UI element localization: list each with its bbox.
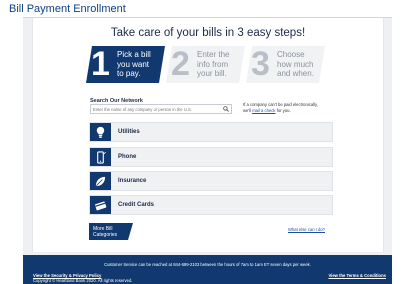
step-text-line: Enter the — [197, 50, 230, 59]
utilities-icon — [96, 126, 105, 138]
step-text: Enter the info from your bill. — [197, 50, 229, 79]
search-note-line: we'll mail a check for you. — [243, 108, 343, 114]
category-label: Credit Cards — [118, 202, 155, 208]
step-text-line: and when. — [277, 69, 314, 78]
phone-icon — [97, 150, 106, 164]
search-button[interactable] — [220, 105, 231, 113]
category-utilities[interactable]: Utilities — [89, 122, 333, 142]
search-box — [90, 104, 232, 114]
category-phone[interactable]: Phone — [89, 147, 333, 167]
step-1: 1 Pick a bill you want to pay. — [86, 46, 165, 83]
search-icon — [222, 106, 229, 112]
main-frame: Take care of your bills in 3 easy steps!… — [23, 17, 392, 257]
search-input[interactable] — [93, 106, 217, 113]
step-text: Choose how much and when. — [277, 50, 314, 79]
step-text-line: how much — [277, 59, 314, 69]
search-note: If a company can't be paid electronicall… — [243, 102, 343, 113]
insurance-icon — [95, 176, 106, 186]
more-button-line: Categories — [93, 232, 118, 238]
step-number: 2 — [171, 45, 190, 83]
step-text-line: to pay. — [117, 69, 141, 78]
step-text-line: Choose — [277, 50, 305, 59]
category-icon-tile — [90, 123, 111, 141]
more-categories-button[interactable]: More Bill Categories — [89, 223, 133, 240]
terms-conditions-link[interactable]: View the Terms & Conditions — [328, 273, 386, 278]
category-icon-tile — [90, 196, 111, 214]
category-insurance[interactable]: Insurance — [89, 171, 333, 191]
step-text-line: your bill. — [197, 69, 227, 78]
credit-card-icon — [94, 200, 107, 210]
step-text-line: info from — [197, 59, 229, 69]
copyright-text: Copyright © Heartland Bank 2020. All rig… — [33, 278, 133, 283]
step-2: 2 Enter the info from your bill. — [166, 46, 245, 83]
mail-check-link[interactable]: mail a check — [252, 108, 275, 113]
step-text-line: Pick a bill — [117, 50, 151, 59]
step-text: Pick a bill you want to pay. — [117, 50, 151, 79]
category-label: Phone — [118, 154, 137, 160]
customer-service-text: Customer Service can be reached at 844-6… — [104, 262, 311, 267]
step-3: 3 Choose how much and when. — [246, 46, 325, 83]
category-credit-cards[interactable]: Credit Cards — [89, 195, 333, 215]
step-text-line: you want — [117, 59, 150, 69]
search-note-suffix: for you. — [276, 107, 291, 113]
step-number: 1 — [91, 45, 110, 83]
enrollment-card: Take care of your bills in 3 easy steps!… — [32, 18, 384, 252]
category-icon-tile — [90, 172, 111, 190]
footer: Customer Service can be reached at 844-6… — [23, 255, 392, 284]
headline: Take care of your bills in 3 easy steps! — [110, 27, 306, 39]
page-title: Bill Payment Enrollment — [9, 3, 126, 15]
category-icon-tile — [90, 148, 111, 166]
what-else-link[interactable]: What else can I do? — [288, 227, 325, 232]
category-label: Insurance — [118, 178, 147, 184]
search-note-prefix: we'll — [243, 107, 252, 113]
category-label: Utilities — [118, 129, 140, 135]
step-number: 3 — [251, 45, 270, 83]
